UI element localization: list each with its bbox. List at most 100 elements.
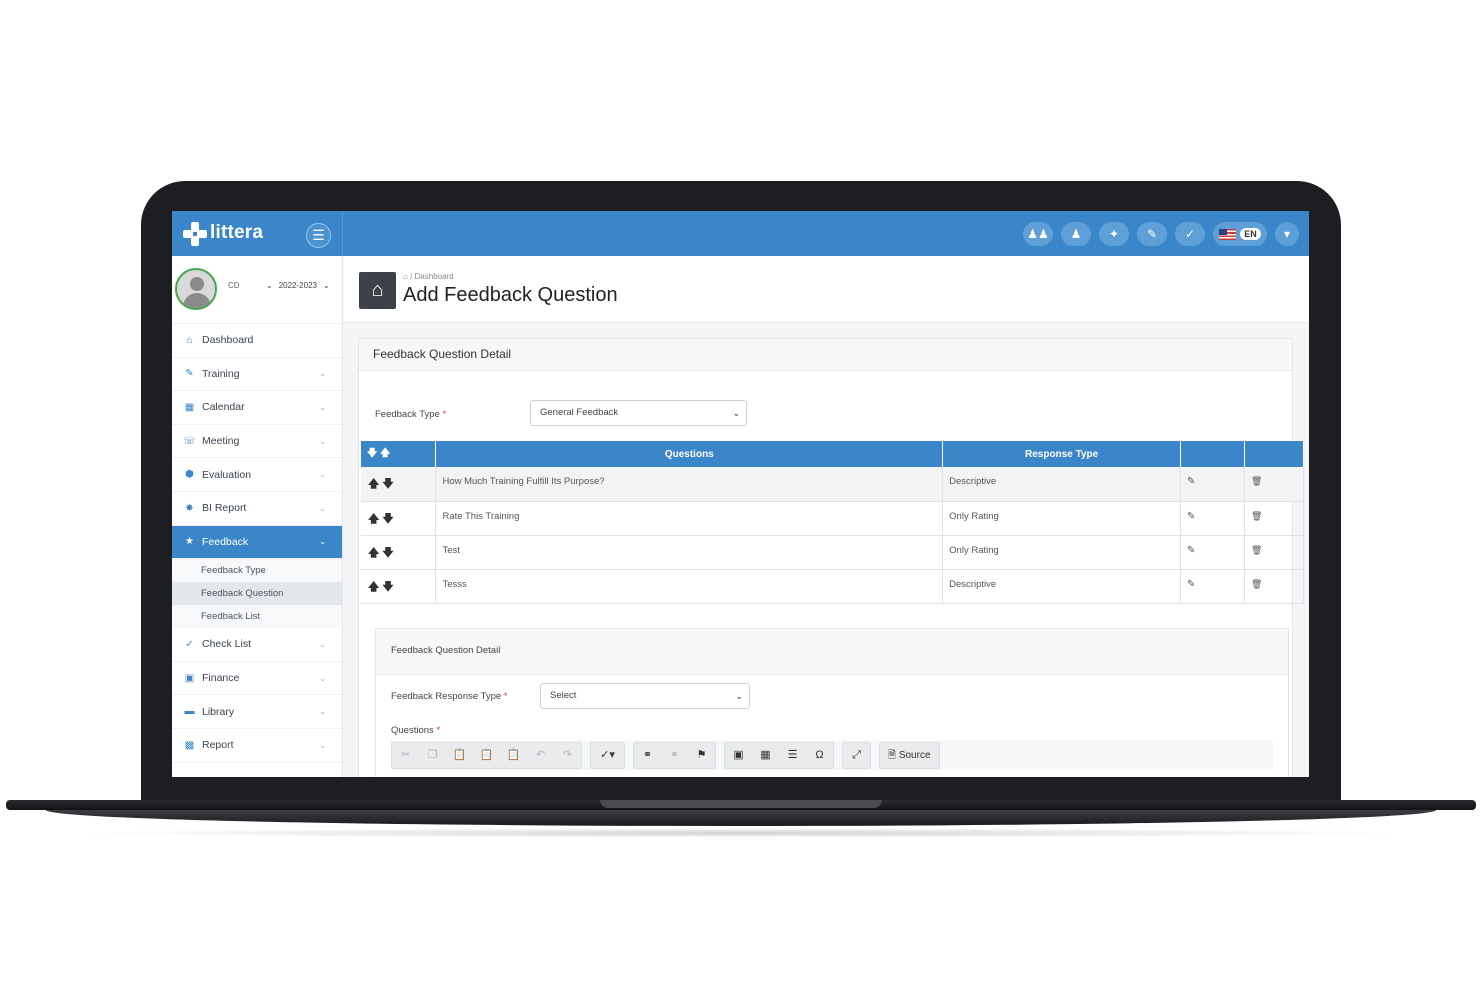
chevron-down-icon: ⌄	[735, 691, 743, 701]
sidebar-item-label: Dashboard	[202, 334, 254, 347]
laptop-base	[6, 800, 1476, 838]
sidebar-item-label: Feedback	[202, 535, 249, 548]
paste-text-icon[interactable]: 📋	[473, 743, 500, 768]
response-cell: Descriptive	[942, 569, 1182, 604]
table-row: 🡅 🡇 Tesss Descriptive ✎ 🗑	[361, 569, 1304, 604]
chevron-down-icon: ⌄	[732, 408, 740, 418]
check-circle-icon[interactable]: ✓	[1175, 222, 1205, 246]
link-icon[interactable]: ⚭	[634, 743, 661, 768]
sidebar-nav-lower: ✓ Check List ⌄ ▣ Finance ⌄ ▬ Library ⌄ ▩ Report…	[172, 628, 342, 763]
user-icon[interactable]: ♟	[1061, 222, 1091, 246]
edit-icon[interactable]: ✎	[1180, 535, 1245, 570]
sidebar-item-label: Training	[202, 367, 240, 380]
horizontal-line-icon[interactable]: ☰	[779, 743, 806, 768]
language-code: EN	[1240, 228, 1261, 240]
spellcheck-icon[interactable]: ✓▾	[591, 743, 624, 768]
question-cell: How Much Training Fulfill Its Purpose?	[435, 467, 944, 502]
sidebar-item-finance[interactable]: ▣ Finance ⌄	[172, 662, 342, 696]
feedback-question-panel: Feedback Question Detail Feedback Type *…	[358, 338, 1304, 777]
maximize-icon[interactable]: ⤢	[843, 743, 870, 768]
profile-name: CD	[228, 281, 240, 290]
home-icon: ⌂	[403, 272, 408, 281]
sidebar-item-label: Calendar	[202, 401, 245, 414]
sidebar-item-report[interactable]: ▩ Report ⌄	[172, 729, 342, 763]
brand[interactable]: littera ☰	[172, 211, 343, 256]
table-icon[interactable]: ▦	[752, 743, 779, 768]
menu-toggle-button[interactable]: ☰	[306, 223, 331, 248]
sidebar-item-label: BI Report	[202, 502, 247, 515]
feedback-type-label: Feedback Type *	[375, 409, 447, 420]
home-icon: ⌂	[359, 272, 396, 309]
sidebar-item-evaluation[interactable]: ⬢ Evaluation ⌄	[172, 458, 342, 492]
users-icon[interactable]: ♟♟	[1023, 222, 1053, 246]
language-selector[interactable]: EN	[1213, 222, 1267, 246]
trash-icon[interactable]: 🗑	[1244, 535, 1304, 570]
unlink-icon[interactable]: ⚭	[661, 743, 688, 768]
source-button[interactable]: 🗎 Source	[880, 743, 939, 768]
us-flag-icon	[1219, 228, 1237, 240]
page-title: Add Feedback Question	[403, 284, 618, 306]
feedback-type-value: General Feedback	[540, 407, 619, 418]
trash-icon[interactable]: 🗑	[1244, 467, 1304, 502]
insert-group: ▣ ▦ ☰ Ω	[724, 741, 834, 769]
feedback-type-select[interactable]: General Feedback ⌄	[530, 400, 747, 426]
sidebar-item-bi-report[interactable]: ✸ BI Report ⌄	[172, 492, 342, 526]
brand-name: littera	[210, 222, 264, 243]
sidebar-subitem-feedback-type[interactable]: Feedback Type	[172, 559, 342, 582]
sidebar-item-calendar[interactable]: ▦ Calendar ⌄	[172, 391, 342, 425]
avatar[interactable]	[175, 268, 217, 310]
undo-icon[interactable]: ↶	[527, 743, 554, 768]
sidebar-item-check-list[interactable]: ✓ Check List ⌄	[172, 628, 342, 662]
chevron-down-icon: ⌄	[319, 707, 326, 717]
table-row: 🡅 🡇 How Much Training Fulfill Its Purpos…	[361, 467, 1304, 502]
paste-word-icon[interactable]: 📋	[500, 743, 527, 768]
response-type-label: Feedback Response Type *	[391, 691, 508, 702]
sidebar-item-library[interactable]: ▬ Library ⌄	[172, 695, 342, 729]
panel-title: Feedback Question Detail	[359, 339, 1292, 371]
sidebar-item-label: Evaluation	[202, 468, 252, 481]
feedback-subnav: Feedback Type Feedback Question Feedback…	[172, 559, 342, 629]
chevron-down-icon: ⌄	[319, 740, 326, 750]
checklist-icon: ✓	[185, 638, 194, 650]
person-icon[interactable]: ✦	[1099, 222, 1129, 246]
sidebar-subitem-feedback-list[interactable]: Feedback List	[172, 605, 342, 628]
sidebar-nav: ⌂ Dashboard ✎ Training ⌄ ▦ Calendar ⌄ ☏ Meetin…	[172, 324, 342, 560]
special-char-icon[interactable]: Ω	[806, 743, 833, 768]
edit-check-icon[interactable]: ✎	[1137, 222, 1167, 246]
edit-icon[interactable]: ✎	[1180, 467, 1245, 502]
reorder-arrows[interactable]: 🡅 🡇	[361, 467, 437, 502]
anchor-flag-icon[interactable]: ⚑	[688, 743, 715, 768]
sidebar-item-label: Report	[202, 739, 234, 752]
response-type-select[interactable]: Select ⌄	[540, 683, 750, 709]
source-label: Source	[898, 749, 931, 761]
editor-toolbar: ✂ ❐ 📋 📋 📋 ↶ ↷ ✓▾ ⚭ ⚭ ⚑ ▣ ▦ ☰ Ω ⤢ 🗎 Sourc…	[391, 740, 1273, 770]
copy-icon[interactable]: ❐	[419, 743, 446, 768]
redo-icon[interactable]: ↷	[554, 743, 581, 768]
reorder-arrows[interactable]: 🡅 🡇	[361, 569, 437, 604]
sidebar-item-meeting[interactable]: ☏ Meeting ⌄	[172, 425, 342, 459]
sidebar-subitem-feedback-question[interactable]: Feedback Question	[172, 582, 342, 606]
chevron-down-icon[interactable]: ▾	[1275, 222, 1299, 246]
edit-icon[interactable]: ✎	[1180, 501, 1245, 536]
question-cell: Test	[435, 535, 944, 570]
year-selector[interactable]: ⌄ 2022-2023 ⌄	[266, 281, 330, 290]
calendar-icon: ▦	[184, 401, 195, 413]
sort-header[interactable]: 🡇 🡅	[361, 441, 437, 467]
breadcrumb-dashboard[interactable]: Dashboard	[415, 272, 454, 281]
paste-icon[interactable]: 📋	[446, 743, 473, 768]
reorder-arrows[interactable]: 🡅 🡇	[361, 535, 437, 570]
trash-icon[interactable]: 🗑	[1244, 569, 1304, 604]
sidebar-item-dashboard[interactable]: ⌂ Dashboard	[172, 324, 342, 358]
cut-icon[interactable]: ✂	[392, 743, 419, 768]
image-icon[interactable]: ▣	[725, 743, 752, 768]
chevron-down-icon: ⌄	[319, 369, 326, 379]
sidebar-item-feedback[interactable]: ★ Feedback ⌄	[172, 525, 342, 560]
delete-header	[1244, 441, 1304, 467]
trash-icon[interactable]: 🗑	[1244, 501, 1304, 536]
sidebar-item-training[interactable]: ✎ Training ⌄	[172, 358, 342, 392]
edit-icon[interactable]: ✎	[1180, 569, 1245, 604]
bi-report-icon: ✸	[185, 502, 194, 514]
training-icon: ✎	[185, 368, 194, 380]
spellcheck-group: ✓▾	[590, 741, 625, 769]
reorder-arrows[interactable]: 🡅 🡇	[361, 501, 437, 536]
